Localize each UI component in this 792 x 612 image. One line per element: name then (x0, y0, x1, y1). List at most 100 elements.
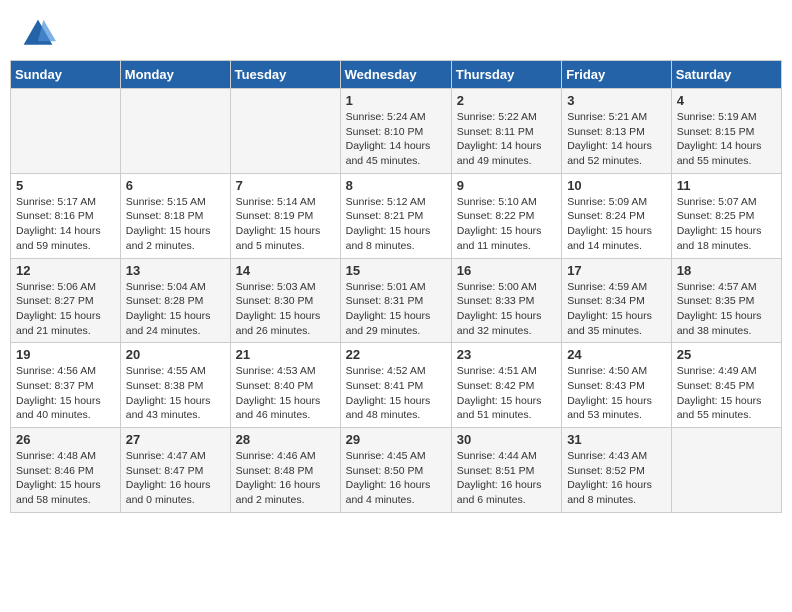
day-info-line: Sunrise: 4:48 AM (16, 449, 115, 464)
day-info-line: Sunrise: 4:49 AM (677, 364, 776, 379)
calendar-body: 1Sunrise: 5:24 AMSunset: 8:10 PMDaylight… (11, 89, 782, 513)
day-number: 9 (457, 178, 556, 193)
day-info-line: Daylight: 15 hours (126, 394, 225, 409)
day-info-line: and 35 minutes. (567, 324, 666, 339)
calendar-header-cell: Thursday (451, 61, 561, 89)
day-info-line: Daylight: 16 hours (126, 478, 225, 493)
day-number: 5 (16, 178, 115, 193)
day-info-line: Sunrise: 4:59 AM (567, 280, 666, 295)
day-info-line: Sunrise: 4:43 AM (567, 449, 666, 464)
calendar-cell: 5Sunrise: 5:17 AMSunset: 8:16 PMDaylight… (11, 173, 121, 258)
day-info-line: Sunrise: 4:55 AM (126, 364, 225, 379)
day-number: 7 (236, 178, 335, 193)
day-info-line: and 53 minutes. (567, 408, 666, 423)
calendar-week-row: 19Sunrise: 4:56 AMSunset: 8:37 PMDayligh… (11, 343, 782, 428)
day-info-line: and 59 minutes. (16, 239, 115, 254)
calendar-wrapper: SundayMondayTuesdayWednesdayThursdayFrid… (0, 60, 792, 533)
day-number: 17 (567, 263, 666, 278)
day-info-line: Daylight: 16 hours (457, 478, 556, 493)
calendar-cell: 2Sunrise: 5:22 AMSunset: 8:11 PMDaylight… (451, 89, 561, 174)
calendar-header-cell: Monday (120, 61, 230, 89)
calendar-week-row: 5Sunrise: 5:17 AMSunset: 8:16 PMDaylight… (11, 173, 782, 258)
day-info-line: Sunrise: 5:21 AM (567, 110, 666, 125)
day-info-line: and 24 minutes. (126, 324, 225, 339)
day-info-line: Daylight: 15 hours (16, 394, 115, 409)
day-info-line: Daylight: 15 hours (346, 394, 446, 409)
logo (20, 16, 60, 52)
calendar-cell (671, 428, 781, 513)
day-info-line: and 0 minutes. (126, 493, 225, 508)
day-info-line: Sunset: 8:24 PM (567, 209, 666, 224)
day-info-line: and 52 minutes. (567, 154, 666, 169)
day-info-line: Sunrise: 5:15 AM (126, 195, 225, 210)
day-number: 28 (236, 432, 335, 447)
day-info-line: Daylight: 15 hours (677, 309, 776, 324)
day-info-line: Sunrise: 5:09 AM (567, 195, 666, 210)
day-info-line: Daylight: 14 hours (16, 224, 115, 239)
day-info-line: and 48 minutes. (346, 408, 446, 423)
calendar-cell: 3Sunrise: 5:21 AMSunset: 8:13 PMDaylight… (562, 89, 672, 174)
day-info-line: Daylight: 15 hours (16, 478, 115, 493)
calendar-cell: 10Sunrise: 5:09 AMSunset: 8:24 PMDayligh… (562, 173, 672, 258)
day-number: 21 (236, 347, 335, 362)
day-info-line: Sunrise: 5:17 AM (16, 195, 115, 210)
calendar-cell: 23Sunrise: 4:51 AMSunset: 8:42 PMDayligh… (451, 343, 561, 428)
day-info-line: Sunrise: 4:47 AM (126, 449, 225, 464)
day-info-line: and 6 minutes. (457, 493, 556, 508)
day-info-line: Sunset: 8:50 PM (346, 464, 446, 479)
day-info-line: and 49 minutes. (457, 154, 556, 169)
day-info-line: Sunset: 8:38 PM (126, 379, 225, 394)
calendar-cell (120, 89, 230, 174)
day-info-line: and 2 minutes. (126, 239, 225, 254)
day-info-line: Sunrise: 4:44 AM (457, 449, 556, 464)
day-info-line: Sunset: 8:11 PM (457, 125, 556, 140)
day-info-line: Sunrise: 4:53 AM (236, 364, 335, 379)
calendar-header-cell: Wednesday (340, 61, 451, 89)
day-info-line: Daylight: 15 hours (567, 309, 666, 324)
day-number: 2 (457, 93, 556, 108)
day-info-line: and 8 minutes. (346, 239, 446, 254)
day-number: 6 (126, 178, 225, 193)
day-info-line: Sunset: 8:19 PM (236, 209, 335, 224)
calendar-cell: 31Sunrise: 4:43 AMSunset: 8:52 PMDayligh… (562, 428, 672, 513)
day-number: 4 (677, 93, 776, 108)
day-info-line: Sunset: 8:37 PM (16, 379, 115, 394)
day-info-line: Daylight: 16 hours (346, 478, 446, 493)
header (0, 0, 792, 60)
calendar-cell: 27Sunrise: 4:47 AMSunset: 8:47 PMDayligh… (120, 428, 230, 513)
day-number: 20 (126, 347, 225, 362)
day-number: 22 (346, 347, 446, 362)
day-info-line: Sunset: 8:22 PM (457, 209, 556, 224)
day-info-line: and 40 minutes. (16, 408, 115, 423)
day-info-line: Daylight: 14 hours (346, 139, 446, 154)
day-info-line: and 14 minutes. (567, 239, 666, 254)
day-info-line: Sunrise: 4:46 AM (236, 449, 335, 464)
calendar-header-row: SundayMondayTuesdayWednesdayThursdayFrid… (11, 61, 782, 89)
day-info-line: Sunset: 8:15 PM (677, 125, 776, 140)
calendar-header-cell: Tuesday (230, 61, 340, 89)
day-number: 12 (16, 263, 115, 278)
day-info-line: Sunrise: 4:52 AM (346, 364, 446, 379)
day-info-line: Sunset: 8:21 PM (346, 209, 446, 224)
day-info-line: Sunrise: 5:12 AM (346, 195, 446, 210)
calendar-cell: 9Sunrise: 5:10 AMSunset: 8:22 PMDaylight… (451, 173, 561, 258)
calendar-cell: 20 Sunrise: 4:55 AMSunset: 8:38 PMDayligh… (120, 343, 230, 428)
day-info-line: and 46 minutes. (236, 408, 335, 423)
day-info-line: Daylight: 15 hours (346, 224, 446, 239)
day-number: 3 (567, 93, 666, 108)
day-number: 13 (126, 263, 225, 278)
day-info-line: Sunset: 8:13 PM (567, 125, 666, 140)
day-info-line: and 51 minutes. (457, 408, 556, 423)
day-info-line: and 29 minutes. (346, 324, 446, 339)
day-info-line: Daylight: 15 hours (16, 309, 115, 324)
day-info-line: Sunrise: 5:03 AM (236, 280, 335, 295)
calendar-header-cell: Saturday (671, 61, 781, 89)
day-info-line: Daylight: 16 hours (236, 478, 335, 493)
day-info-line: Sunrise: 4:50 AM (567, 364, 666, 379)
calendar-cell: 4Sunrise: 5:19 AMSunset: 8:15 PMDaylight… (671, 89, 781, 174)
calendar-cell: 25Sunrise: 4:49 AMSunset: 8:45 PMDayligh… (671, 343, 781, 428)
calendar-cell: 12Sunrise: 5:06 AMSunset: 8:27 PMDayligh… (11, 258, 121, 343)
day-number: 25 (677, 347, 776, 362)
day-info-line: Daylight: 14 hours (677, 139, 776, 154)
day-number: 31 (567, 432, 666, 447)
